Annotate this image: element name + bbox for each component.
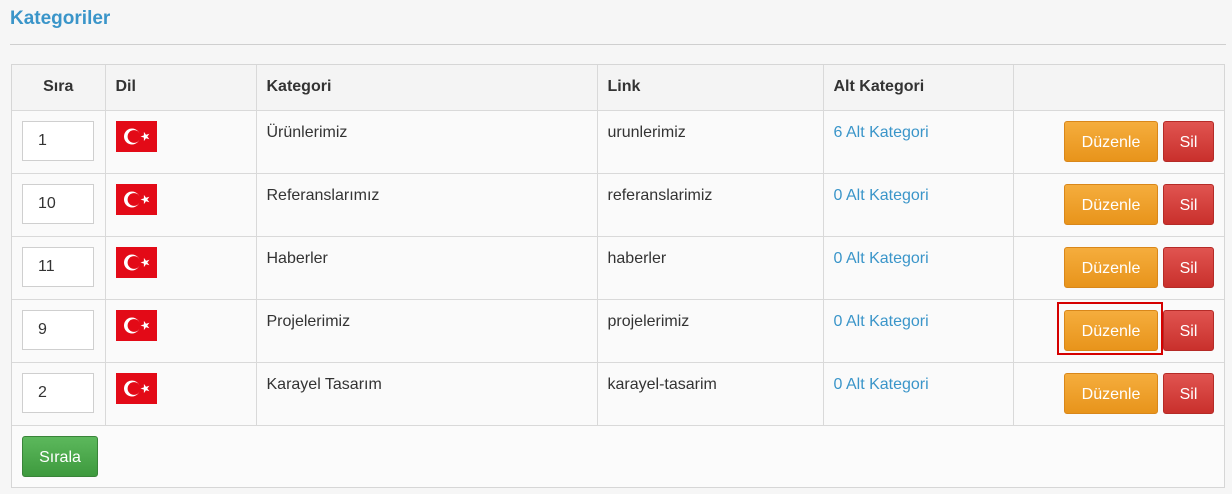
subcategory-cell: 0 Alt Kategori — [822, 235, 1014, 300]
turkey-flag-icon — [115, 372, 157, 404]
subcategory-link[interactable]: 0 Alt Kategori — [834, 250, 929, 267]
table-row: Haberler haberler 0 Alt Kategori Düzenle… — [12, 235, 1224, 300]
table-row: Karayel Tasarım karayel-tasarim 0 Alt Ka… — [12, 361, 1224, 426]
order-input[interactable] — [22, 246, 94, 287]
order-input[interactable] — [22, 183, 94, 224]
categories-panel: Sıra Dil Kategori Link Alt Kategori Ürün… — [11, 64, 1225, 488]
category-link: karayel-tasarim — [596, 361, 824, 426]
category-link: urunlerimiz — [596, 109, 824, 174]
header-subcategory: Alt Kategori — [822, 65, 1014, 111]
order-input[interactable] — [22, 309, 94, 350]
category-link: haberler — [596, 235, 824, 300]
sort-button[interactable]: Sırala — [22, 436, 98, 477]
table-row: Ürünlerimiz urunlerimiz 6 Alt Kategori D… — [12, 109, 1224, 174]
actions-cell: Düzenle Sil — [1012, 361, 1224, 426]
turkey-flag-icon — [115, 120, 157, 152]
category-link: projelerimiz — [596, 298, 824, 363]
delete-button[interactable]: Sil — [1163, 120, 1214, 162]
subcategory-cell: 6 Alt Kategori — [822, 109, 1014, 174]
header-link: Link — [596, 65, 824, 111]
order-cell — [12, 235, 106, 300]
turkey-flag-icon — [115, 246, 157, 278]
order-cell — [12, 109, 106, 174]
turkey-flag-icon — [115, 309, 157, 341]
actions-cell: Düzenle Sil — [1012, 235, 1224, 300]
header-order: Sıra — [12, 65, 106, 111]
header-language: Dil — [104, 65, 257, 111]
order-input[interactable] — [22, 372, 94, 413]
delete-button[interactable]: Sil — [1163, 372, 1214, 414]
order-input[interactable] — [22, 120, 94, 161]
language-cell — [104, 235, 257, 300]
actions-cell: Düzenle Sil — [1012, 172, 1224, 237]
category-name: Haberler — [255, 235, 598, 300]
category-name: Karayel Tasarım — [255, 361, 598, 426]
categories-table: Sıra Dil Kategori Link Alt Kategori Ürün… — [12, 65, 1224, 426]
category-name: Referanslarımız — [255, 172, 598, 237]
delete-button[interactable]: Sil — [1163, 183, 1214, 225]
edit-button[interactable]: Düzenle — [1064, 183, 1158, 225]
delete-button[interactable]: Sil — [1163, 309, 1214, 351]
header-category: Kategori — [255, 65, 598, 111]
subcategory-link[interactable]: 0 Alt Kategori — [834, 313, 929, 330]
actions-cell: Düzenle Sil — [1012, 109, 1224, 174]
subcategory-link[interactable]: 0 Alt Kategori — [834, 376, 929, 393]
language-cell — [104, 172, 257, 237]
edit-button[interactable]: Düzenle — [1064, 246, 1158, 288]
subcategory-cell: 0 Alt Kategori — [822, 361, 1014, 426]
delete-button[interactable]: Sil — [1163, 246, 1214, 288]
language-cell — [104, 298, 257, 363]
order-cell — [12, 172, 106, 237]
table-row: Projelerimiz projelerimiz 0 Alt Kategori… — [12, 298, 1224, 363]
order-cell — [12, 361, 106, 426]
table-header-row: Sıra Dil Kategori Link Alt Kategori — [12, 65, 1224, 111]
language-cell — [104, 361, 257, 426]
header-actions — [1012, 65, 1224, 111]
category-name: Projelerimiz — [255, 298, 598, 363]
edit-button[interactable]: Düzenle — [1064, 120, 1158, 162]
category-link: referanslarimiz — [596, 172, 824, 237]
subcategory-cell: 0 Alt Kategori — [822, 172, 1014, 237]
subcategory-link[interactable]: 6 Alt Kategori — [834, 124, 929, 141]
subcategory-link[interactable]: 0 Alt Kategori — [834, 187, 929, 204]
subcategory-cell: 0 Alt Kategori — [822, 298, 1014, 363]
language-cell — [104, 109, 257, 174]
edit-button[interactable]: Düzenle — [1064, 372, 1158, 414]
edit-button[interactable]: Düzenle — [1064, 309, 1158, 351]
page-title: Kategoriler — [10, 8, 111, 29]
actions-cell: Düzenle Sil — [1012, 298, 1224, 363]
category-name: Ürünlerimiz — [255, 109, 598, 174]
title-divider — [10, 44, 1226, 45]
turkey-flag-icon — [115, 183, 157, 215]
order-cell — [12, 298, 106, 363]
table-row: Referanslarımız referanslarimiz 0 Alt Ka… — [12, 172, 1224, 237]
